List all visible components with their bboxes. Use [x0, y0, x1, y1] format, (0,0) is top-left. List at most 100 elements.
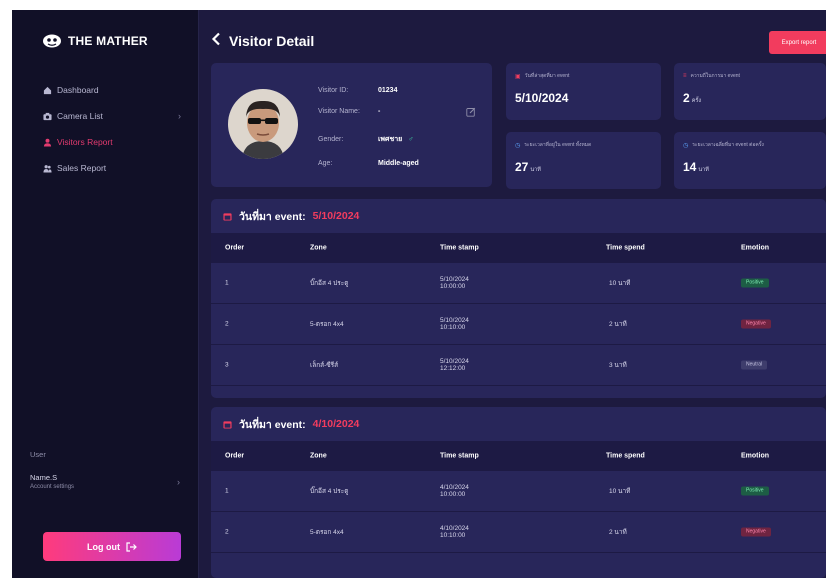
row-time-spend: 10 นาที — [609, 280, 631, 287]
emotion-badge: Positive — [741, 278, 769, 288]
camera-icon — [42, 111, 52, 121]
calendar-icon: ▣ — [515, 73, 521, 80]
visit-section: วันที่มา event: 4/10/2024 Order Zone Time… — [211, 407, 826, 578]
user-icon — [42, 137, 52, 147]
visit-section: วันที่มา event: 5/10/2024 Order Zone Time… — [211, 199, 826, 398]
column-header: Emotion — [741, 244, 769, 252]
age-value: Middle-aged — [378, 160, 419, 167]
age-label: Age: — [318, 160, 333, 167]
home-icon — [42, 85, 52, 95]
visitor-avatar — [228, 89, 298, 159]
stat-card-total-time: ◷ ระยะเวลาที่อยู่ใน event ทั้งหมด 27 นาที — [506, 132, 661, 189]
row-timestamp: 5/10/2024 10:10:00 — [440, 317, 469, 331]
stat-value: 27 นาที — [515, 160, 541, 174]
column-header: Emotion — [741, 452, 769, 460]
column-header: Time spend — [606, 452, 645, 460]
column-header: Time stamp — [440, 244, 479, 252]
column-header: Order — [225, 244, 245, 252]
sidebar-item-label: Camera List — [57, 111, 103, 121]
chevron-right-icon: › — [178, 111, 181, 121]
table-row[interactable]: 3 เล็กส์-ซีรีส์ 5/10/2024 12:12:00 3 นาที… — [211, 345, 826, 386]
table-header: Order Zone Time stamp Time spend Emotion — [211, 233, 826, 263]
gender-row: Gender: เพศชาย ♂ — [318, 134, 413, 145]
account-settings-link: Account settings — [30, 484, 75, 490]
row-order: 2 — [225, 320, 229, 328]
calendar-icon — [223, 212, 232, 221]
main-content: Visitor Detail Export report Visitor ID:… — [200, 10, 826, 578]
sidebar-item-label: Sales Report — [57, 163, 107, 173]
visitor-id-label: Visitor ID: — [318, 87, 349, 94]
table-row[interactable]: 1 บิ๊กอีส 4 ประตู 4/10/2024 10:00:00 10 น… — [211, 471, 826, 512]
account-menu[interactable]: Name.S Account settings › — [30, 473, 190, 490]
visitor-profile-card: Visitor ID: 01234 Visitor Name: - Gender: เ… — [211, 63, 492, 187]
column-header: Time spend — [606, 244, 645, 252]
stat-label: ระยะเวลาที่อยู่ใน event ทั้งหมด — [524, 142, 592, 148]
logout-button[interactable]: Log out — [43, 532, 181, 561]
stat-value: 14 นาที — [683, 160, 709, 174]
gender-label: Gender: — [318, 136, 344, 143]
user-block: User Name.S Account settings › — [30, 450, 190, 490]
visitor-name-row: Visitor Name: - — [318, 108, 380, 115]
page-title: Visitor Detail — [229, 33, 315, 49]
clock-icon: ◷ — [515, 142, 521, 149]
chevron-right-icon: › — [177, 477, 180, 487]
row-timestamp: 4/10/2024 10:00:00 — [440, 484, 469, 498]
row-time-spend: 2 นาที — [609, 529, 627, 536]
visitor-id-row: Visitor ID: 01234 — [318, 87, 397, 94]
section-date: 5/10/2024 — [312, 210, 360, 222]
user-caption: User — [30, 450, 46, 459]
logout-icon — [126, 541, 137, 552]
table-row[interactable]: 2 5-ตรอก 4x4 4/10/2024 10:10:00 2 นาที Ne… — [211, 512, 826, 553]
sidebar-item-dashboard[interactable]: Dashboard — [42, 77, 187, 103]
row-order: 1 — [225, 487, 229, 495]
column-header: Time stamp — [440, 452, 479, 460]
row-order: 3 — [225, 361, 229, 369]
edit-icon[interactable] — [466, 107, 476, 117]
row-timestamp: 5/10/2024 10:00:00 — [440, 276, 469, 290]
table-row[interactable]: 2 5-ตรอก 4x4 5/10/2024 10:10:00 2 นาที Ne… — [211, 304, 826, 345]
emotion-badge: Negative — [741, 319, 771, 329]
stat-value: 5/10/2024 — [515, 91, 569, 105]
table-row[interactable]: 1 บิ๊กอีส 4 ประตู 5/10/2024 10:00:00 10 น… — [211, 263, 826, 304]
stat-label: วันที่ล่าสุดที่มา event — [524, 73, 570, 79]
sidebar-item-sales-report[interactable]: Sales Report — [42, 155, 187, 181]
users-icon — [42, 163, 52, 173]
logo-icon — [43, 34, 61, 48]
row-timestamp: 5/10/2024 12:12:00 — [440, 358, 469, 372]
row-zone: 5-ตรอก 4x4 — [310, 321, 344, 328]
brand[interactable]: THE MATHER — [42, 33, 148, 49]
visitor-name-label: Visitor Name: — [318, 108, 360, 115]
brand-name: THE MATHER — [68, 34, 148, 48]
row-emotion: Neutral — [741, 360, 768, 370]
row-zone: เล็กส์-ซีรีส์ — [310, 362, 339, 369]
sidebar-item-visitors-report[interactable]: Visitors Report — [42, 129, 187, 155]
row-time-spend: 10 นาที — [609, 488, 631, 495]
section-title: วันที่มา event: 5/10/2024 — [211, 199, 826, 233]
sidebar-nav: Dashboard Camera List › Visitors Report — [42, 77, 187, 181]
row-time-spend: 3 นาที — [609, 362, 627, 369]
visitor-id-value: 01234 — [378, 87, 398, 94]
emotion-badge: Positive — [741, 486, 769, 496]
stat-value: 2 ครั้ง — [683, 91, 702, 105]
row-order: 1 — [225, 279, 229, 287]
section-date: 4/10/2024 — [312, 418, 360, 430]
row-zone: บิ๊กอีส 4 ประตู — [310, 488, 349, 495]
row-emotion: Negative — [741, 319, 771, 329]
back-arrow-icon[interactable] — [211, 32, 221, 50]
calendar-icon — [223, 420, 232, 429]
row-emotion: Positive — [741, 278, 769, 288]
sidebar-item-camera-list[interactable]: Camera List › — [42, 103, 187, 129]
stat-card-visit-frequency: ≡ ความถี่ในการมา event 2 ครั้ง — [674, 63, 826, 120]
row-timestamp: 4/10/2024 10:10:00 — [440, 525, 469, 539]
emotion-badge: Neutral — [741, 360, 768, 370]
stat-label: ระยะเวลาเฉลี่ยที่มา event ต่อครั้ง — [692, 142, 764, 148]
visitor-name-value: - — [378, 108, 381, 115]
stat-card-average-time: ◷ ระยะเวลาเฉลี่ยที่มา event ต่อครั้ง 14 นา… — [674, 132, 826, 189]
sidebar-item-label: Dashboard — [57, 85, 99, 95]
section-title: วันที่มา event: 4/10/2024 — [211, 407, 826, 441]
export-report-button[interactable]: Export report — [769, 31, 826, 54]
logout-label: Log out — [87, 541, 120, 552]
chart-icon: ≡ — [683, 73, 687, 79]
emotion-badge: Negative — [741, 527, 771, 537]
gender-value: เพศชาย — [378, 136, 403, 143]
